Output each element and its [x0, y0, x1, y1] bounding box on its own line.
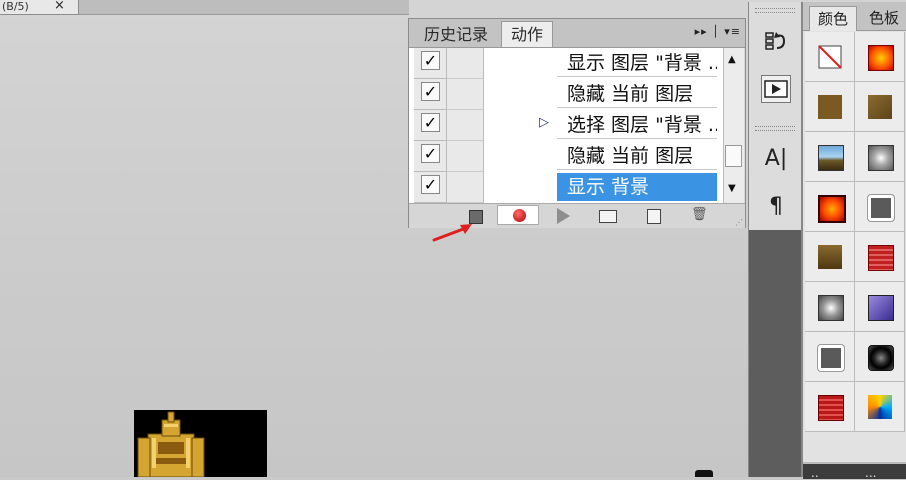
style-swatch[interactable] — [855, 282, 905, 332]
document-tab[interactable]: (B/5) × — [0, 0, 79, 15]
style-swatch[interactable] — [855, 82, 905, 132]
style-swatch[interactable] — [855, 132, 905, 182]
action-step-label[interactable]: 选择 图层 "背景 ... — [557, 111, 717, 139]
style-swatch[interactable] — [805, 132, 855, 182]
dock-grip[interactable] — [755, 126, 795, 131]
bottom-tab[interactable]: ... — [865, 466, 876, 480]
actions-panel-tabbar: 历史记录 动作 ▸▸ │ ▾≡ — [409, 19, 745, 48]
style-swatch-none[interactable] — [805, 32, 855, 82]
style-swatch[interactable] — [855, 332, 905, 382]
style-swatch[interactable] — [805, 82, 855, 132]
canvas-image — [134, 410, 267, 477]
dock-grip[interactable] — [755, 8, 795, 13]
bottom-tab[interactable]: .. — [811, 466, 819, 480]
actions-list: ✓ 显示 图层 "背景 ... ✓ 隐藏 当前 图层 ✓ ▷ 选择 图层 "背景… — [409, 48, 723, 203]
dialog-toggle[interactable] — [447, 172, 484, 203]
dialog-toggle[interactable] — [447, 79, 484, 110]
close-icon[interactable]: × — [52, 0, 65, 12]
style-swatch[interactable] — [855, 32, 905, 82]
toggle-item-checkbox[interactable]: ✓ — [414, 110, 447, 141]
actions-panel: 历史记录 动作 ▸▸ │ ▾≡ ✓ 显示 图层 "背景 ... ✓ 隐藏 当前 … — [408, 18, 746, 228]
styles-tabbar: 颜色 色板 — [803, 2, 906, 31]
action-step-label-selected[interactable]: 显示 背景 — [557, 173, 717, 201]
toggle-item-checkbox[interactable]: ✓ — [414, 48, 447, 79]
styles-bottom-tabs: .. ... — [803, 462, 906, 480]
list-item[interactable]: ✓ ▷ 选择 图层 "背景 ... — [409, 110, 723, 141]
actions-scrollbar[interactable]: ▲ ▼ — [723, 48, 744, 203]
history-icon[interactable] — [761, 28, 791, 56]
tab-color[interactable]: 颜色 — [809, 6, 857, 31]
checkmark-icon: ✓ — [421, 82, 440, 101]
toggle-item-checkbox[interactable]: ✓ — [414, 172, 447, 203]
list-item[interactable]: ✓ 显示 背景 — [409, 172, 723, 203]
toggle-item-checkbox[interactable]: ✓ — [414, 141, 447, 172]
checkmark-icon: ✓ — [421, 144, 440, 163]
style-swatch[interactable] — [855, 182, 905, 232]
list-item[interactable]: ✓ 隐藏 当前 图层 — [409, 79, 723, 110]
record-icon[interactable] — [513, 209, 526, 222]
play-icon[interactable] — [557, 208, 570, 224]
red-arrow-annotation — [432, 224, 472, 242]
style-swatch[interactable] — [855, 232, 905, 282]
canvas-object-tip — [695, 470, 713, 477]
resize-grip-icon[interactable]: ⋰ — [735, 218, 743, 227]
action-step-label[interactable]: 显示 图层 "背景 ... — [557, 49, 717, 77]
list-item[interactable]: ✓ 隐藏 当前 图层 — [409, 141, 723, 172]
dialog-toggle[interactable] — [447, 48, 484, 79]
style-swatch[interactable] — [805, 232, 855, 282]
new-action-icon[interactable] — [647, 209, 661, 224]
toggle-item-checkbox[interactable]: ✓ — [414, 79, 447, 110]
style-swatch[interactable] — [805, 182, 855, 232]
tab-history[interactable]: 历史记录 — [411, 22, 501, 47]
checkmark-icon: ✓ — [421, 175, 440, 194]
new-set-folder-icon[interactable] — [599, 210, 617, 223]
dialog-toggle[interactable] — [447, 110, 484, 141]
document-tab-strip — [79, 0, 409, 15]
list-item[interactable]: ✓ 显示 图层 "背景 ... — [409, 48, 723, 79]
action-step-label[interactable]: 隐藏 当前 图层 — [557, 142, 717, 170]
character-icon[interactable]: A| — [761, 145, 791, 173]
styles-panel: 颜色 色板 .. ... — [802, 2, 906, 480]
scroll-thumb[interactable] — [725, 145, 742, 167]
tab-actions[interactable]: 动作 — [501, 21, 553, 47]
expand-triangle-icon[interactable]: ▷ — [539, 115, 549, 130]
checkmark-icon: ✓ — [421, 113, 440, 132]
style-swatch[interactable] — [805, 332, 855, 382]
paragraph-icon[interactable]: ¶ — [761, 193, 791, 221]
tab-swatches[interactable]: 色板 — [869, 6, 899, 30]
action-step-label[interactable]: 隐藏 当前 图层 — [557, 80, 717, 108]
dock-empty-area — [749, 230, 801, 477]
scroll-down-icon[interactable]: ▼ — [728, 183, 736, 194]
scroll-up-icon[interactable]: ▲ — [728, 54, 736, 65]
panel-menu-icon[interactable]: ▸▸ │ ▾≡ — [695, 25, 741, 38]
style-swatch[interactable] — [805, 282, 855, 332]
document-tab-label: (B/5) — [2, 0, 29, 13]
panel-dock-strip: A| ¶ — [748, 2, 802, 477]
checkmark-icon: ✓ — [421, 51, 440, 70]
style-swatch[interactable] — [805, 382, 855, 432]
actions-play-icon[interactable] — [761, 75, 791, 103]
trash-icon[interactable]: 🗑 — [691, 208, 708, 222]
style-swatch[interactable] — [855, 382, 905, 432]
dialog-toggle[interactable] — [447, 141, 484, 172]
